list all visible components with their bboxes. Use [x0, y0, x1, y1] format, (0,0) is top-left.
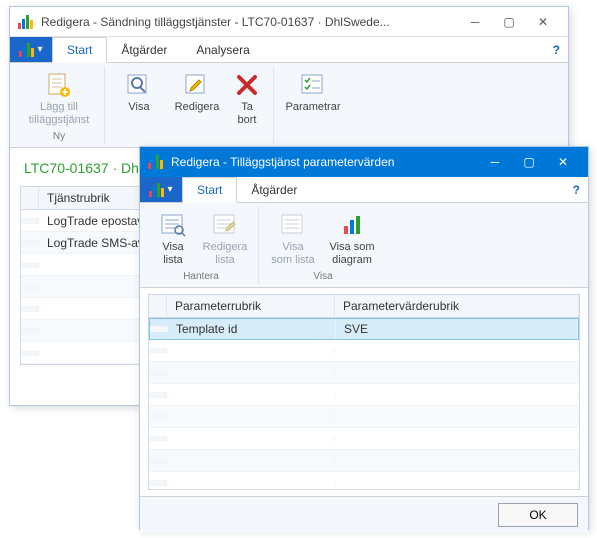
close-button[interactable]: ✕: [526, 8, 560, 36]
ribbon-group-manage-label: Hantera: [183, 271, 219, 282]
ribbon-group-new-label: Ny: [53, 131, 65, 142]
list-icon: [278, 211, 308, 239]
table-row: [21, 320, 149, 342]
value-header: Parametervärderubrik: [335, 295, 579, 317]
table-row: [149, 472, 579, 490]
delete-x-icon: [232, 71, 262, 99]
tab-start[interactable]: Start: [182, 177, 237, 203]
list-magnifier-icon: [158, 211, 188, 239]
show-as-chart-button[interactable]: Visa som diagram: [323, 208, 381, 269]
table-row: [21, 342, 149, 364]
checklist-icon: [298, 71, 328, 99]
view-list-button[interactable]: Visa lista: [150, 208, 196, 269]
help-icon[interactable]: ?: [545, 37, 568, 62]
back-titlebar: Redigera - Sändning tilläggstjänster - L…: [10, 7, 568, 37]
maximize-button[interactable]: ▢: [492, 8, 526, 36]
table-row: [149, 340, 579, 362]
back-window-title: Redigera - Sändning tilläggstjänster - L…: [41, 15, 458, 29]
back-ribbon: Lägg till tilläggstjänst Ny Visa R: [10, 63, 568, 148]
row-selector[interactable]: [21, 240, 39, 246]
show-as-list-button[interactable]: Visa som lista: [265, 208, 321, 269]
app-logo-icon: [148, 155, 163, 169]
delete-button[interactable]: Ta bort: [227, 68, 267, 129]
front-footer: OK: [140, 496, 588, 533]
minimize-button[interactable]: ─: [478, 148, 512, 176]
table-row: [149, 384, 579, 406]
magnifier-icon: [124, 71, 154, 99]
table-row: [149, 428, 579, 450]
row-selector[interactable]: [150, 326, 168, 332]
front-menubar: ▾ Start Åtgärder ?: [140, 177, 588, 203]
front-window: Redigera - Tilläggstjänst parametervärde…: [139, 146, 589, 530]
services-header: Tjänstrubrik: [39, 187, 149, 209]
tab-actions[interactable]: Åtgärder: [107, 37, 182, 62]
table-row: [149, 362, 579, 384]
list-pencil-icon: [210, 211, 240, 239]
app-menu-button[interactable]: ▾: [140, 177, 182, 202]
close-button[interactable]: ✕: [546, 148, 580, 176]
services-grid[interactable]: Tjänstrubrik LogTrade epostav LogTrade S…: [20, 186, 150, 365]
edit-list-button[interactable]: Redigera lista: [198, 208, 252, 269]
minimize-button[interactable]: ─: [458, 8, 492, 36]
parameters-button[interactable]: Parametrar: [280, 68, 346, 117]
app-menu-button[interactable]: ▾: [10, 37, 52, 62]
front-window-title: Redigera - Tilläggstjänst parametervärde…: [171, 155, 478, 169]
help-icon[interactable]: ?: [565, 177, 588, 202]
table-row: [149, 450, 579, 472]
ok-button[interactable]: OK: [498, 503, 578, 527]
table-row: [21, 276, 149, 298]
table-row: [149, 406, 579, 428]
row-selector-header: [149, 295, 167, 317]
add-service-button[interactable]: Lägg till tilläggstjänst: [20, 68, 98, 129]
edit-button[interactable]: Redigera: [169, 68, 225, 129]
chart-icon: [337, 211, 367, 239]
document-add-icon: [44, 71, 74, 99]
parameters-grid[interactable]: Parameterrubrik Parametervärderubrik Tem…: [148, 294, 580, 490]
tab-start[interactable]: Start: [52, 37, 107, 63]
view-button[interactable]: Visa: [111, 68, 167, 129]
front-content: Parameterrubrik Parametervärderubrik Tem…: [140, 288, 588, 496]
pencil-icon: [182, 71, 212, 99]
row-selector-header: [21, 187, 39, 209]
tab-analyze[interactable]: Analysera: [182, 37, 264, 62]
table-row: [21, 254, 149, 276]
app-logo-icon: [18, 15, 33, 29]
back-menubar: ▾ Start Åtgärder Analysera ?: [10, 37, 568, 63]
tab-actions[interactable]: Åtgärder: [237, 177, 312, 202]
front-titlebar: Redigera - Tilläggstjänst parametervärde…: [140, 147, 588, 177]
param-header: Parameterrubrik: [167, 295, 335, 317]
row-selector[interactable]: [21, 218, 39, 224]
table-row[interactable]: Template id SVE: [149, 318, 579, 340]
front-ribbon: Visa lista Redigera lista Hantera: [140, 203, 588, 288]
ribbon-group-show-label: Visa: [313, 271, 332, 282]
maximize-button[interactable]: ▢: [512, 148, 546, 176]
table-row: [21, 298, 149, 320]
table-row[interactable]: LogTrade epostav: [21, 210, 149, 232]
table-row[interactable]: LogTrade SMS-av: [21, 232, 149, 254]
